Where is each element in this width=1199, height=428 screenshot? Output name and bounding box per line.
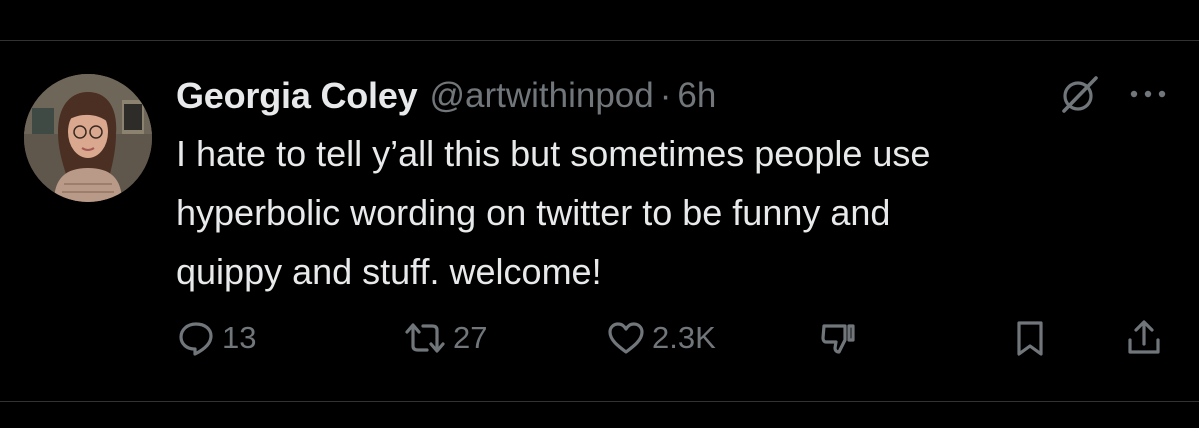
tweet-text-line: hyperbolic wording on twitter to be funn… [176, 192, 891, 233]
tweet-text-line: I hate to tell y’all this but sometimes … [176, 133, 931, 174]
retweet-icon [405, 323, 445, 353]
display-name[interactable]: Georgia Coley [176, 75, 418, 117]
tweet-text: I hate to tell y’all this but sometimes … [176, 124, 1166, 301]
timestamp[interactable]: 6h [677, 76, 716, 116]
retweet-count: 27 [453, 320, 488, 355]
tweet-text-line: quippy and stuff. welcome! [176, 251, 602, 292]
avatar[interactable] [24, 74, 152, 202]
retweet-button[interactable]: 27 [403, 316, 487, 360]
reply-count: 13 [222, 320, 257, 355]
share-button[interactable] [1124, 316, 1164, 360]
downvote-button[interactable] [818, 316, 858, 360]
reply-icon [179, 322, 213, 356]
user-handle[interactable]: @artwithinpod [429, 76, 653, 116]
grok-icon[interactable] [1058, 73, 1102, 117]
downvote-icon [821, 324, 855, 354]
top-divider [0, 40, 1199, 41]
bottom-divider [0, 401, 1199, 402]
bookmark-icon [1017, 321, 1043, 356]
reply-button[interactable]: 13 [176, 316, 256, 360]
separator-dot: · [659, 76, 672, 115]
heart-icon [608, 322, 644, 354]
like-count: 2.3K [652, 320, 716, 355]
more-icon[interactable] [1128, 82, 1168, 106]
bookmark-button[interactable] [1010, 316, 1050, 360]
tweet-header: Georgia Coley @artwithinpod · 6h [176, 74, 716, 118]
share-icon [1128, 320, 1160, 354]
like-button[interactable]: 2.3K [606, 316, 716, 360]
